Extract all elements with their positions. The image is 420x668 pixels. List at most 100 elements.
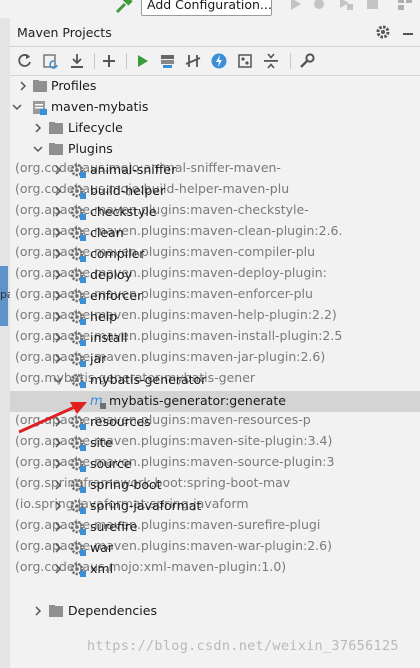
plugin-gear-icon — [70, 562, 86, 577]
plugin-name: spring-javaformat — [90, 498, 202, 513]
plugin-name: war — [90, 540, 114, 555]
plugin-row[interactable]: source (org.apache.maven.plugins:maven-so… — [10, 454, 420, 475]
chevron-right-icon[interactable] — [32, 122, 44, 134]
tree-node-profiles[interactable]: Profiles — [10, 76, 420, 97]
chevron-right-icon[interactable] — [52, 332, 64, 344]
plugin-row[interactable]: xml (org.codehaus.mojo:xml-maven-plugin:1… — [10, 559, 420, 580]
plugin-row[interactable]: checkstyle (org.apache.maven.plugins:mave… — [10, 202, 420, 223]
chevron-right-icon[interactable] — [52, 206, 64, 218]
plugin-name: xml — [90, 561, 114, 576]
execute-maven-goal-icon[interactable] — [159, 52, 177, 70]
hammer-build-icon[interactable] — [114, 0, 134, 15]
plugin-name: surefire — [90, 519, 138, 534]
tree-node-lifecycle[interactable]: Lifecycle — [10, 118, 420, 139]
add-configuration-dropdown[interactable]: Add Configuration... — [141, 0, 272, 16]
plugin-row[interactable]: spring-javaformat (io.spring.javaformat:s… — [10, 496, 420, 517]
skip-tests-icon[interactable] — [210, 52, 228, 70]
plugin-row[interactable]: enforcer (org.apache.maven.plugins:maven-… — [10, 286, 420, 307]
plugin-gear-icon — [70, 205, 86, 220]
plugin-gear-icon — [70, 268, 86, 283]
reimport-icon[interactable] — [16, 52, 34, 70]
tree-label: maven-mybatis — [51, 99, 149, 114]
collapse-all-icon[interactable] — [262, 52, 280, 70]
tree-node-dependencies[interactable]: Dependencies — [10, 601, 420, 622]
chevron-right-icon[interactable] — [52, 290, 64, 302]
generate-sources-icon[interactable] — [42, 52, 60, 70]
plugins-folder-icon — [49, 143, 63, 155]
coverage-icon[interactable] — [339, 0, 353, 12]
tree-label: Profiles — [51, 78, 97, 93]
plugin-row[interactable]: build-helper (org.codehaus.mojo:build-hel… — [10, 181, 420, 202]
toolbar-separator — [290, 53, 291, 69]
dependencies-folder-icon — [49, 605, 63, 617]
chevron-right-icon[interactable] — [52, 542, 64, 554]
chevron-right-icon[interactable] — [52, 521, 64, 533]
show-dependencies-icon[interactable] — [236, 52, 254, 70]
project-structure-icon[interactable] — [398, 0, 412, 12]
minimize-icon[interactable] — [400, 24, 416, 40]
plugin-name: resources — [90, 414, 151, 429]
toolbar-separator — [126, 53, 127, 69]
run-icon[interactable] — [289, 0, 303, 12]
plugin-row[interactable]: spring-boot (org.springframework.boot:spr… — [10, 475, 420, 496]
plugin-name: animal-sniffer — [90, 162, 177, 177]
chevron-down-icon[interactable] — [32, 143, 44, 155]
plugin-row[interactable]: clean (org.apache.maven.plugins:maven-cle… — [10, 223, 420, 244]
maven-projects-panel: Maven Projects Profiles maven-mybatis Li… — [10, 18, 420, 668]
debug-icon[interactable] — [312, 0, 326, 12]
chevron-right-icon[interactable] — [52, 248, 64, 260]
plugin-name: checkstyle — [90, 204, 157, 219]
run-maven-build-icon[interactable] — [134, 52, 152, 70]
plugin-row[interactable]: war (org.apache.maven.plugins:maven-war-p… — [10, 538, 420, 559]
chevron-right-icon[interactable] — [52, 164, 64, 176]
stop-icon[interactable] — [366, 0, 380, 12]
chevron-right-icon[interactable] — [52, 437, 64, 449]
tree-node-project[interactable]: maven-mybatis — [10, 97, 420, 118]
plugin-gear-icon — [70, 478, 86, 493]
plugin-name: jar — [90, 351, 107, 366]
profiles-folder-icon — [33, 80, 47, 92]
plugin-row[interactable]: mybatis-generator (org.mybatis.generator:… — [10, 370, 420, 391]
chevron-right-icon[interactable] — [32, 605, 44, 617]
plugin-row[interactable]: install (org.apache.maven.plugins:maven-i… — [10, 328, 420, 349]
plugin-gear-icon — [70, 352, 86, 367]
plugin-row[interactable]: deploy (org.apache.maven.plugins:maven-de… — [10, 265, 420, 286]
chevron-right-icon[interactable] — [52, 185, 64, 197]
plugin-row[interactable]: compiler (org.apache.maven.plugins:maven-… — [10, 244, 420, 265]
chevron-right-icon[interactable] — [52, 563, 64, 575]
tree-label: Lifecycle — [68, 120, 123, 135]
plugin-gear-icon — [70, 520, 86, 535]
plugin-gear-icon — [70, 499, 86, 514]
plugin-row[interactable]: help (org.apache.maven.plugins:maven-help… — [10, 307, 420, 328]
chevron-down-icon[interactable] — [11, 101, 23, 113]
chevron-right-icon[interactable] — [52, 311, 64, 323]
watermark-url: https://blog.csdn.net/weixin_37656125 — [87, 638, 399, 654]
plugin-name: help — [90, 309, 118, 324]
chevron-right-icon[interactable] — [17, 80, 29, 92]
plugin-name: mybatis-generator — [90, 372, 207, 387]
red-annotation-arrow — [18, 402, 87, 434]
plugin-gear-icon — [70, 184, 86, 199]
chevron-right-icon[interactable] — [52, 269, 64, 281]
plugin-name: install — [90, 330, 128, 345]
maven-toolbar — [10, 47, 420, 76]
plugin-name: deploy — [90, 267, 133, 282]
tree-node-plugins[interactable]: Plugins — [10, 139, 420, 160]
chevron-right-icon[interactable] — [52, 458, 64, 470]
chevron-right-icon[interactable] — [52, 227, 64, 239]
panel-header: Maven Projects — [10, 18, 420, 47]
download-sources-icon[interactable] — [68, 52, 86, 70]
plugin-artifact: (org.apache.maven.plugins:maven-install-… — [15, 328, 343, 343]
chevron-right-icon[interactable] — [52, 500, 64, 512]
gear-icon[interactable] — [375, 24, 391, 40]
chevron-right-icon[interactable] — [52, 353, 64, 365]
chevron-right-icon[interactable] — [52, 479, 64, 491]
plugin-row[interactable]: surefire (org.apache.maven.plugins:maven-… — [10, 517, 420, 538]
toggle-offline-mode-icon[interactable] — [184, 52, 202, 70]
plugin-name: compiler — [90, 246, 145, 261]
plugin-row[interactable]: animal-sniffer (org.codehaus.mojo:animal-… — [10, 160, 420, 181]
chevron-down-icon[interactable] — [52, 374, 64, 386]
plugin-row[interactable]: jar (org.apache.maven.plugins:maven-jar-p… — [10, 349, 420, 370]
maven-settings-wrench-icon[interactable] — [298, 52, 316, 70]
add-maven-project-icon[interactable] — [100, 52, 118, 70]
